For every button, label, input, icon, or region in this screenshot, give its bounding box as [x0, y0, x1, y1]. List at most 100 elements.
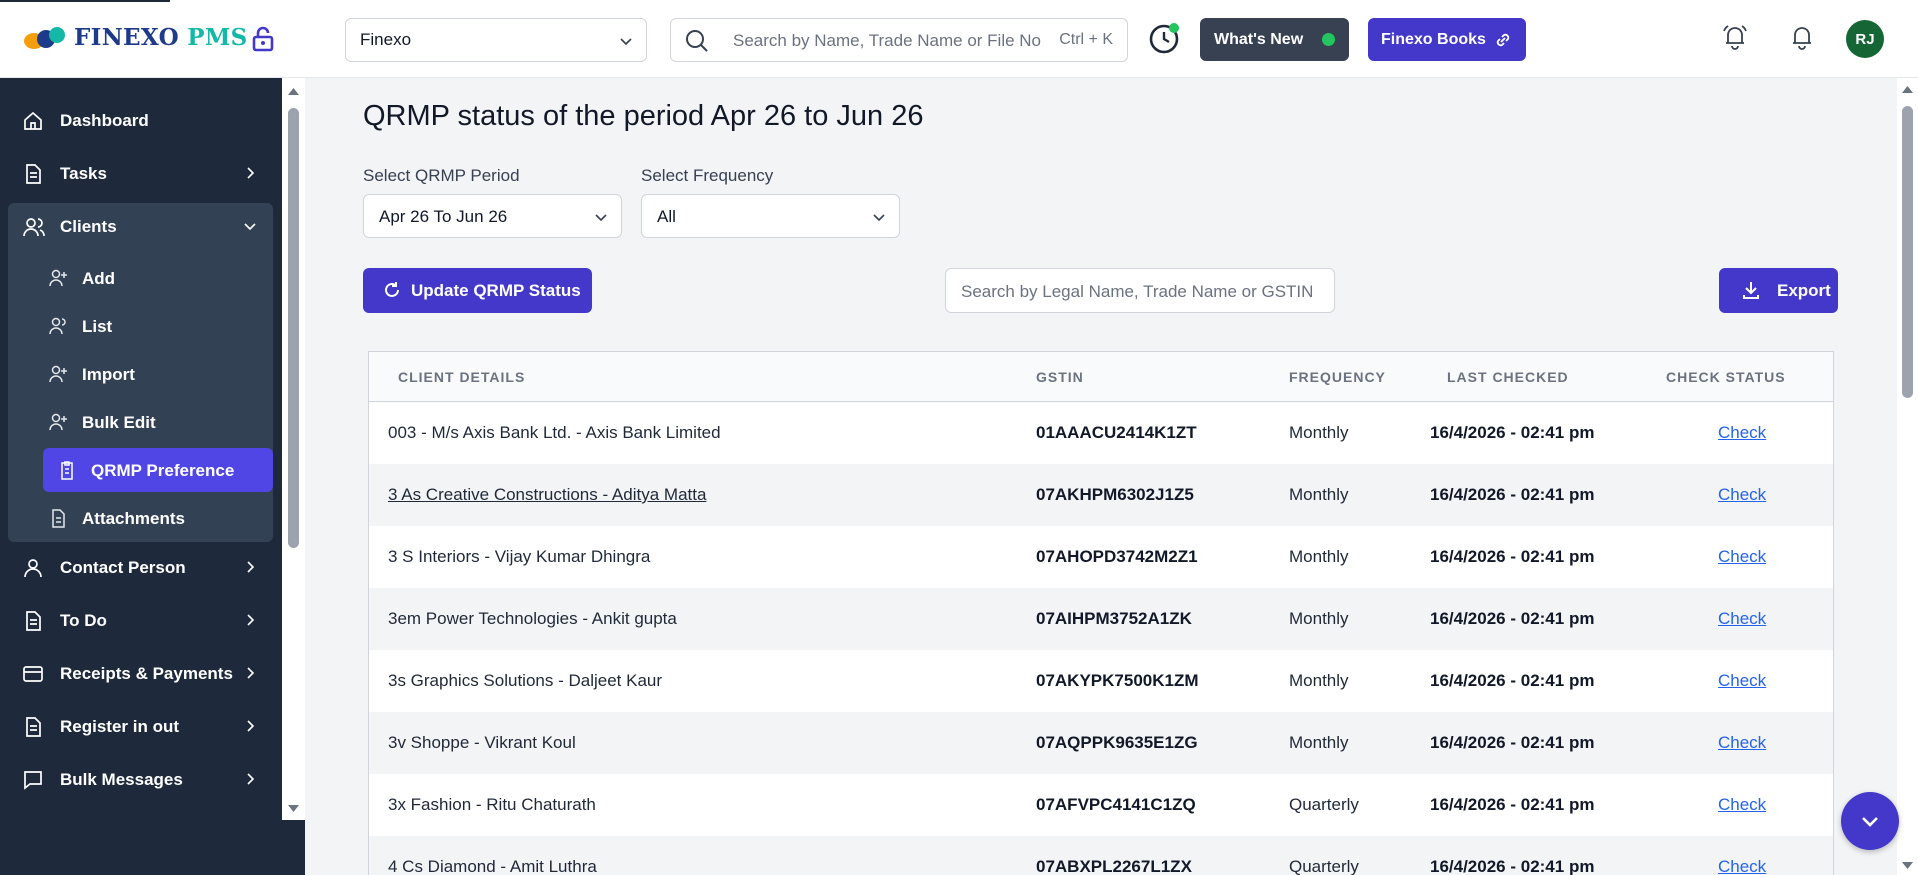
sidebar-scroll-thumb[interactable] [288, 108, 299, 548]
sidebar-item-contact-person[interactable]: Contact Person [8, 544, 273, 592]
sidebar-item-clients[interactable]: Clients [8, 203, 273, 251]
finexo-logo-icon [24, 26, 65, 49]
update-qrmp-status-button[interactable]: Update QRMP Status [363, 268, 592, 313]
chevron-right-icon [247, 720, 255, 732]
sidebar-item-tasks[interactable]: Tasks [8, 150, 273, 198]
period-select-label: Select QRMP Period [363, 166, 520, 185]
sidebar-subitem-attachments[interactable]: Attachments [34, 496, 264, 540]
scroll-down-fab[interactable] [1841, 792, 1899, 850]
check-link[interactable]: Check [1718, 733, 1766, 753]
user-icon [49, 317, 66, 335]
sidebar-subitem-add[interactable]: Add [34, 256, 264, 300]
sidebar-item-receipts-payments[interactable]: Receipts & Payments [8, 650, 273, 698]
notification-bell-icon[interactable] [1788, 22, 1816, 52]
chat-icon [24, 771, 42, 790]
scroll-up-arrow-icon[interactable] [1901, 84, 1914, 94]
client-details-cell: 3em Power Technologies - Ankit gupta [388, 609, 677, 628]
sidebar-subitem-import[interactable]: Import [34, 352, 264, 396]
column-header-client-details: CLIENT DETAILS [398, 369, 526, 385]
chevron-right-icon [247, 773, 255, 785]
window-top-line [0, 0, 170, 2]
brand-logo[interactable]: FINEXO PMS [22, 24, 248, 51]
table-row: 3 S Interiors - Vijay Kumar Dhingra 07AH… [369, 526, 1833, 588]
table-row: 3x Fashion - Ritu Chaturath 07AFVPC4141C… [369, 774, 1833, 836]
users-icon [23, 218, 45, 237]
search-shortcut-hint: Ctrl + K [1059, 31, 1113, 48]
sidebar-item-register-in-out[interactable]: Register in out [8, 703, 273, 751]
global-search-input[interactable]: Search by Name, Trade Name or File No Ct… [670, 18, 1128, 62]
brand-name: FINEXO PMS [74, 24, 248, 51]
scroll-down-arrow-icon[interactable] [287, 804, 300, 814]
sidebar-item-to-do[interactable]: To Do [8, 597, 273, 645]
organization-select[interactable]: Finexo [345, 18, 647, 62]
sidebar: Dashboard Tasks Clients Add List Import … [0, 78, 282, 820]
check-link[interactable]: Check [1718, 857, 1766, 875]
main-scrollbar[interactable] [1897, 78, 1918, 875]
clipboard-icon [61, 461, 73, 480]
column-header-check-status: CHECK STATUS [1666, 369, 1786, 385]
gstin-cell: 07AQPPK9635E1ZG [1036, 733, 1198, 752]
document-icon [26, 611, 41, 631]
client-details-cell: 4 Cs Diamond - Amit Luthra [388, 857, 597, 875]
user-plus-icon [49, 413, 67, 431]
gstin-cell: 07AHOPD3742M2Z1 [1036, 547, 1198, 566]
check-link[interactable]: Check [1718, 795, 1766, 815]
frequency-cell: Monthly [1289, 547, 1349, 566]
sidebar-footer [0, 820, 305, 875]
sidebar-subitem-bulk-edit[interactable]: Bulk Edit [34, 400, 264, 444]
frequency-cell: Quarterly [1289, 795, 1359, 814]
table-row: 3s Graphics Solutions - Daljeet Kaur 07A… [369, 650, 1833, 712]
whats-new-button[interactable]: What's New [1200, 18, 1349, 61]
check-link[interactable]: Check [1718, 547, 1766, 567]
chevron-down-icon [595, 214, 607, 222]
gstin-cell: 07AKHPM6302J1Z5 [1036, 485, 1194, 504]
download-icon [1743, 282, 1759, 299]
sidebar-subitem-qrmp-preference[interactable]: QRMP Preference [43, 448, 273, 492]
sidebar-scrollbar[interactable] [282, 78, 305, 820]
search-icon [686, 30, 708, 52]
gstin-cell: 01AAACU2414K1ZT [1036, 423, 1197, 442]
main-scroll-thumb[interactable] [1902, 106, 1913, 398]
frequency-cell: Monthly [1289, 485, 1349, 504]
chevron-down-icon [620, 38, 632, 46]
check-link[interactable]: Check [1718, 609, 1766, 629]
sidebar-item-dashboard[interactable]: Dashboard [8, 97, 273, 145]
client-details-cell: 3 S Interiors - Vijay Kumar Dhingra [388, 547, 651, 566]
finexo-books-button[interactable]: Finexo Books [1368, 18, 1526, 61]
user-avatar[interactable]: RJ [1846, 20, 1884, 58]
scroll-up-arrow-icon[interactable] [287, 86, 300, 96]
check-link[interactable]: Check [1718, 485, 1766, 505]
last-checked-cell: 16/4/2026 - 02:41 pm [1430, 547, 1595, 566]
page-title: QRMP status of the period Apr 26 to Jun … [363, 100, 924, 132]
client-details-cell: 3s Graphics Solutions - Daljeet Kaur [388, 671, 663, 690]
export-button[interactable]: Export [1719, 268, 1838, 313]
check-link[interactable]: Check [1718, 671, 1766, 691]
main-content: QRMP status of the period Apr 26 to Jun … [305, 78, 1897, 875]
last-checked-cell: 16/4/2026 - 02:41 pm [1430, 733, 1595, 752]
chevron-right-icon [247, 667, 255, 679]
sidebar-subitem-list[interactable]: List [34, 304, 264, 348]
last-checked-cell: 16/4/2026 - 02:41 pm [1430, 609, 1595, 628]
sidebar-item-bulk-messages[interactable]: Bulk Messages [8, 756, 273, 804]
column-header-frequency: FREQUENCY [1289, 369, 1386, 385]
client-details-cell: 3v Shoppe - Vikrant Koul [388, 733, 576, 752]
column-header-gstin: GSTIN [1036, 369, 1084, 385]
document-icon [26, 164, 41, 184]
top-bar: FINEXO PMS Finexo Search by Name, Trade … [0, 0, 1918, 78]
refresh-icon [385, 282, 399, 297]
client-details-cell: 3x Fashion - Ritu Chaturath [388, 795, 596, 814]
qrmp-period-select[interactable]: Apr 26 To Jun 26 [363, 194, 622, 238]
table-search-input[interactable]: Search by Legal Name, Trade Name or GSTI… [945, 268, 1335, 313]
frequency-select[interactable]: All [641, 194, 900, 238]
global-search-placeholder: Search by Name, Trade Name or File No [733, 31, 1042, 50]
client-details-cell[interactable]: 3 As Creative Constructions - Aditya Mat… [388, 485, 706, 505]
check-link[interactable]: Check [1718, 423, 1766, 443]
chevron-down-icon [873, 214, 885, 222]
chevron-down-icon [1862, 817, 1878, 827]
scroll-down-arrow-icon[interactable] [1901, 861, 1914, 871]
clock-history-icon[interactable] [1148, 21, 1182, 55]
alert-bell-icon[interactable] [1720, 22, 1750, 52]
column-header-last-checked: LAST CHECKED [1447, 369, 1569, 385]
gstin-cell: 07AIHPM3752A1ZK [1036, 609, 1192, 628]
lock-icon[interactable] [252, 26, 274, 52]
